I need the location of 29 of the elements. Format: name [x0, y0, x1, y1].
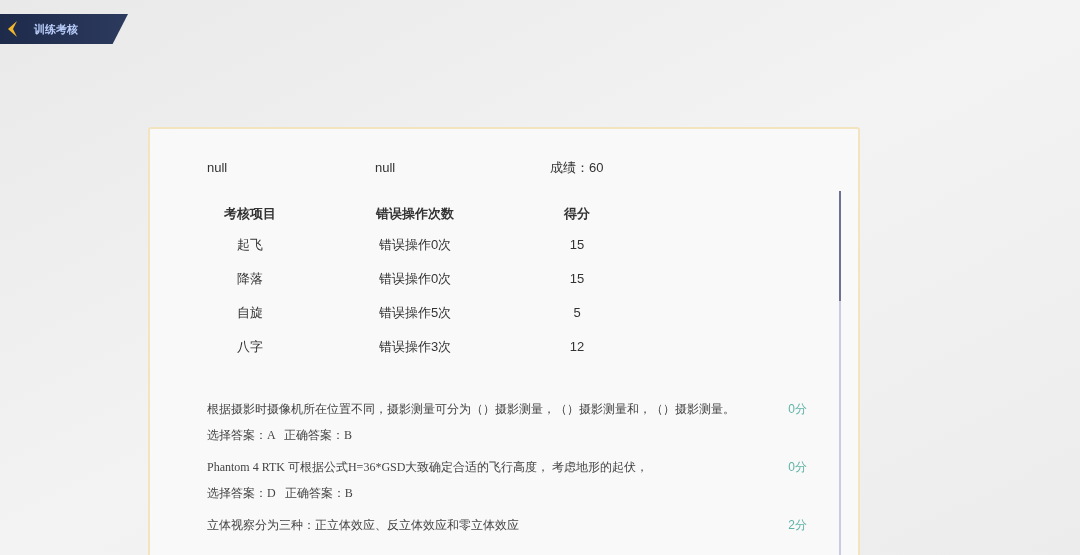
- column-header: 得分: [563, 205, 591, 224]
- back-arrow-icon[interactable]: [6, 20, 18, 38]
- question-text: Phantom 4 RTK 可根据公式H=36*GSD大致确定合适的飞行高度， 考虑地形的起伏，: [207, 459, 649, 476]
- column-header: 错误操作次数: [375, 205, 455, 224]
- table-cell-text: 错误操作5次: [377, 303, 453, 322]
- question-points: 0分: [788, 401, 807, 418]
- question-points: 0分: [788, 459, 807, 476]
- column-header: 考核项目: [223, 205, 277, 224]
- answer-text: 选择答案：D 正确答案：B: [207, 485, 353, 502]
- table-cell-text: 八字: [236, 337, 264, 356]
- page-title: 训练考核: [34, 21, 78, 37]
- scrollbar[interactable]: [839, 191, 841, 555]
- table-cell-text: 15: [568, 235, 586, 254]
- answer-text: 选择答案：A 正确答案：B: [207, 427, 352, 444]
- question-text: 立体视察分为三种：正立体效应、反立体效应和零立体效应: [207, 517, 519, 534]
- table-cell-text: 自旋: [236, 303, 264, 322]
- question-points: 2分: [788, 517, 807, 534]
- table-cell-text: 降落: [236, 269, 264, 288]
- question-text: 根据摄影时摄像机所在位置不同，摄影测量可分为（）摄影测量，（）摄影测量和，（）摄影测量。: [207, 401, 735, 418]
- total-score: 成绩：60: [550, 159, 604, 178]
- table-cell-text: 15: [568, 269, 586, 288]
- table-cell-text: 5: [572, 303, 582, 322]
- table-cell-text: 错误操作0次: [377, 269, 453, 288]
- table-cell-text: 12: [568, 337, 586, 356]
- table-cell-text: 错误操作3次: [377, 337, 453, 356]
- summary-text: null: [207, 159, 229, 178]
- summary-text: null: [375, 159, 397, 178]
- table-cell-text: 错误操作0次: [377, 235, 453, 254]
- table-cell-text: 起飞: [236, 235, 264, 254]
